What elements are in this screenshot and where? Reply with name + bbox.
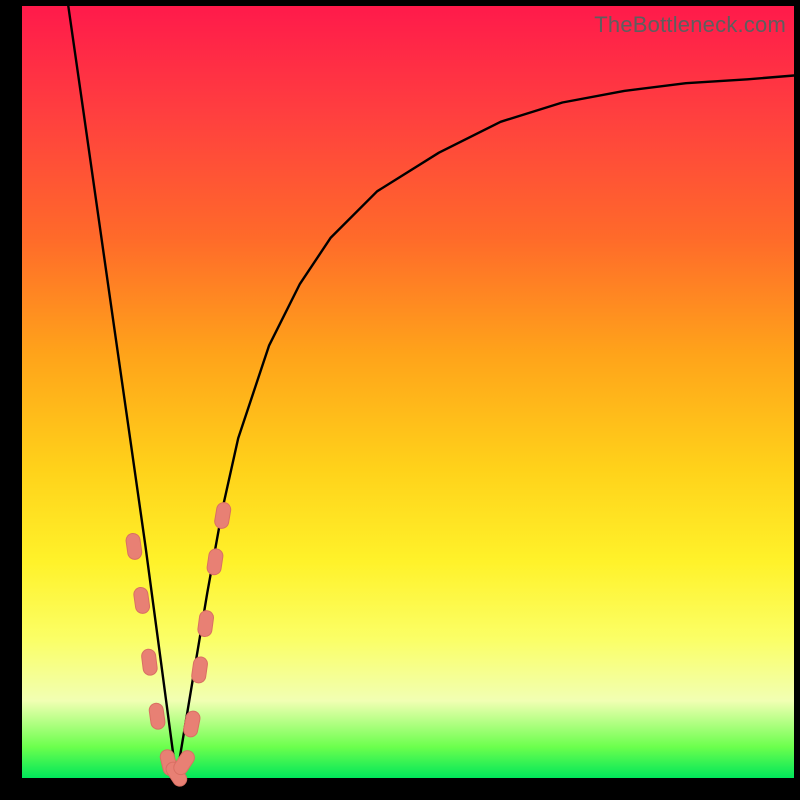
marker-point: [182, 710, 201, 738]
marker-point: [133, 587, 151, 615]
outer-frame: TheBottleneck.com: [0, 0, 800, 800]
marker-point: [214, 502, 232, 530]
marker-point: [148, 702, 166, 730]
chart-svg: [22, 6, 794, 778]
marker-point: [206, 548, 224, 576]
marker-point: [197, 610, 214, 638]
marker-point: [141, 648, 158, 676]
curve-line: [68, 6, 794, 778]
marker-point: [191, 656, 209, 684]
marker-point: [125, 533, 143, 561]
plot-area: TheBottleneck.com: [22, 6, 794, 778]
